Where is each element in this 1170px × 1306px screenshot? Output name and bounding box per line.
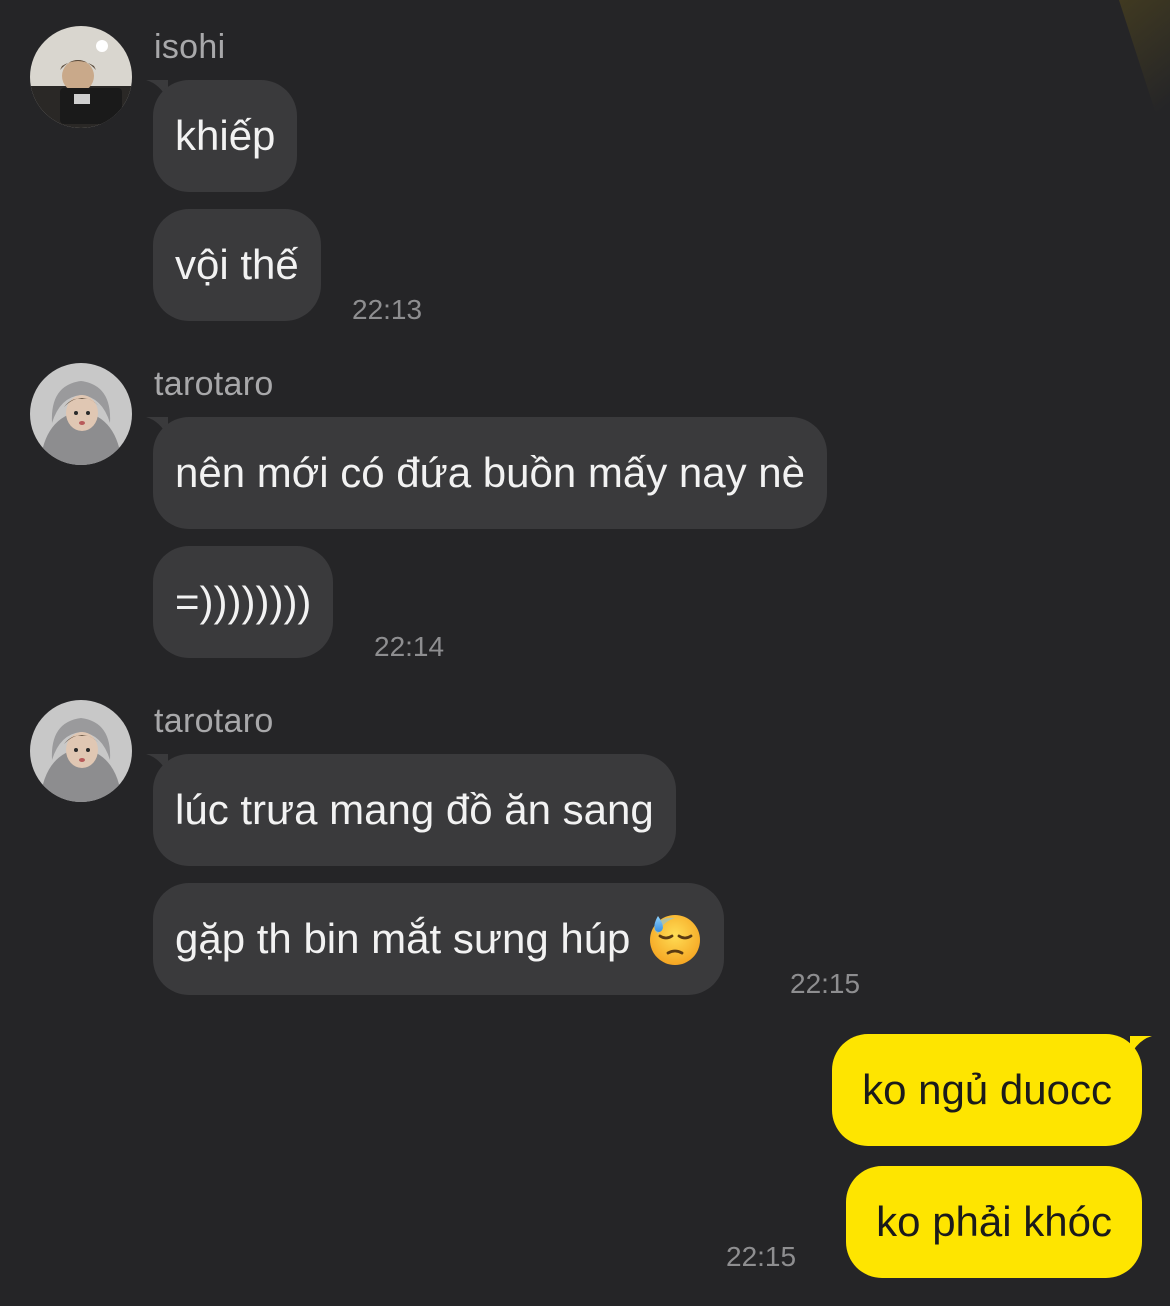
message-text: vội thế bbox=[175, 241, 299, 288]
message-text: =)))))))) bbox=[175, 578, 312, 625]
message-text: ko ngủ duocc bbox=[862, 1066, 1112, 1113]
message-bubble-outgoing[interactable]: ko phải khóc bbox=[846, 1166, 1142, 1278]
chat-view: isohi khiếp vội thế 22:13 tarotaro nên m… bbox=[0, 0, 1170, 1306]
corner-highlight bbox=[1116, 0, 1170, 146]
message-bubble[interactable]: nên mới có đứa buồn mấy nay nè bbox=[153, 417, 828, 529]
sender-name: tarotaro bbox=[154, 702, 274, 740]
message-bubble[interactable]: khiếp bbox=[153, 80, 298, 192]
message-bubble[interactable]: vội thế bbox=[153, 209, 321, 321]
message-bubble[interactable]: gặp th bin mắt sưng húp bbox=[153, 883, 725, 995]
message-timestamp: 22:15 bbox=[726, 1241, 797, 1272]
message-text: khiếp bbox=[175, 112, 276, 159]
sender-name: tarotaro bbox=[154, 365, 274, 403]
avatar-tarotaro[interactable] bbox=[30, 363, 132, 465]
message-bubble[interactable]: lúc trưa mang đồ ăn sang bbox=[153, 754, 676, 866]
avatar-isohi[interactable] bbox=[30, 26, 132, 128]
message-text: nên mới có đứa buồn mấy nay nè bbox=[175, 449, 806, 496]
message-timestamp: 22:14 bbox=[374, 631, 445, 662]
message-text: ko phải khóc bbox=[876, 1198, 1112, 1245]
message-bubble[interactable]: =)))))))) bbox=[153, 546, 334, 658]
avatar-tarotaro[interactable] bbox=[30, 700, 132, 802]
message-text: lúc trưa mang đồ ăn sang bbox=[175, 786, 654, 833]
message-bubble-outgoing[interactable]: ko ngủ duocc bbox=[832, 1034, 1142, 1146]
downcast-sweat-face-emoji bbox=[650, 915, 701, 965]
sender-name: isohi bbox=[154, 28, 226, 66]
message-timestamp: 22:13 bbox=[352, 294, 423, 325]
message-text: gặp th bin mắt sưng húp bbox=[175, 915, 631, 962]
message-timestamp: 22:15 bbox=[790, 968, 861, 999]
